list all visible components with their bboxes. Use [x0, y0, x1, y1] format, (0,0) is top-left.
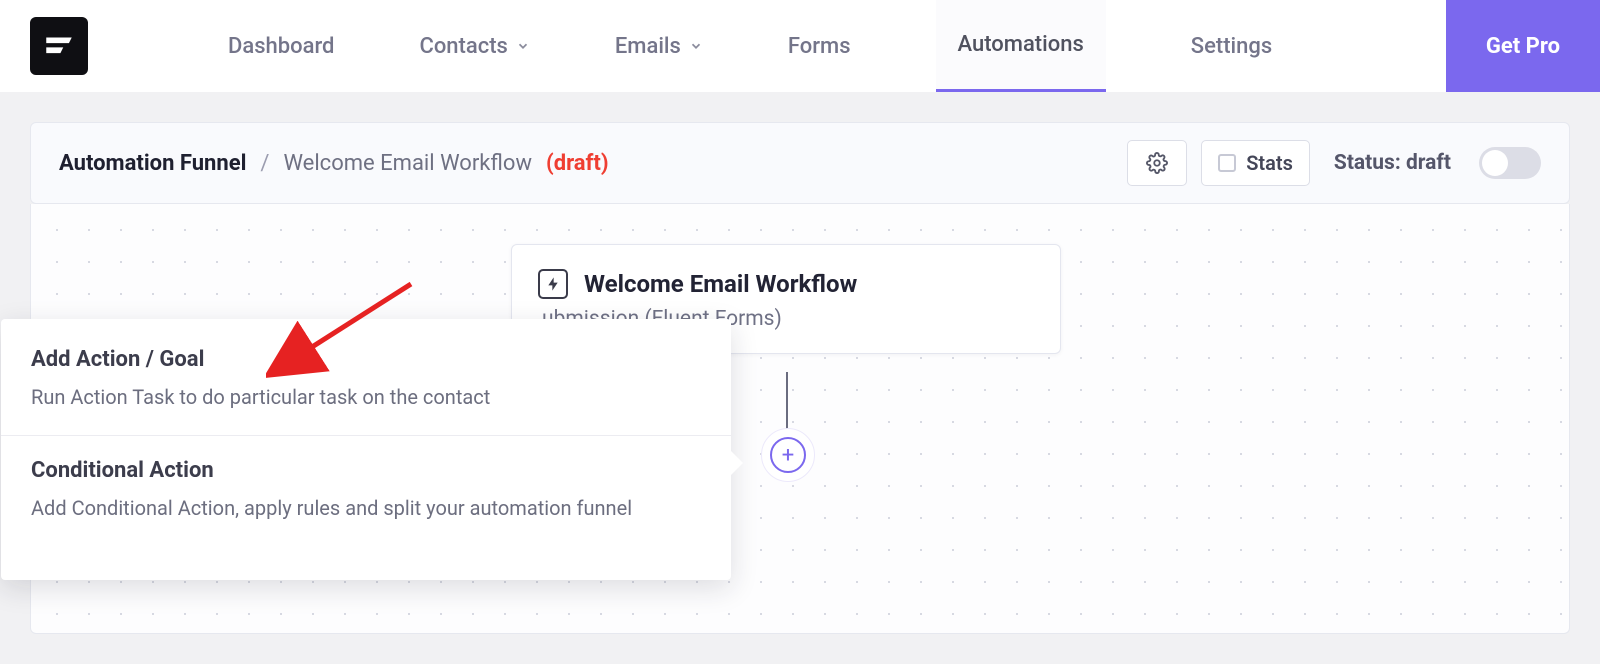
- app-logo[interactable]: [30, 17, 88, 75]
- popup-item-add-action[interactable]: Add Action / Goal Run Action Task to do …: [1, 347, 731, 435]
- stats-checkbox[interactable]: [1218, 154, 1236, 172]
- funnel-header: Automation Funnel / Welcome Email Workfl…: [30, 122, 1570, 204]
- get-pro-button[interactable]: Get Pro: [1446, 0, 1600, 92]
- nav-label: Dashboard: [228, 34, 334, 59]
- connector-line: [786, 372, 788, 430]
- popup-item-title: Add Action / Goal: [31, 347, 701, 372]
- nav-forms[interactable]: Forms: [788, 0, 851, 92]
- add-step-button[interactable]: +: [761, 428, 815, 482]
- bolt-icon: [538, 269, 568, 299]
- nav-label: Emails: [615, 34, 681, 59]
- toggle-knob: [1482, 150, 1508, 176]
- status-label: Status: draft: [1334, 151, 1451, 175]
- popup-item-title: Conditional Action: [31, 458, 701, 483]
- chevron-down-icon: [689, 34, 703, 59]
- nav-label: Automations: [958, 32, 1084, 57]
- nav-label: Contacts: [419, 34, 507, 59]
- popup-item-conditional[interactable]: Conditional Action Add Conditional Actio…: [1, 435, 731, 546]
- chevron-down-icon: [516, 34, 530, 59]
- stats-label: Stats: [1246, 151, 1293, 175]
- nav-emails[interactable]: Emails: [615, 0, 703, 92]
- logo-icon: [42, 29, 76, 63]
- stats-button[interactable]: Stats: [1201, 140, 1310, 186]
- nav-automations[interactable]: Automations: [936, 0, 1106, 92]
- get-pro-label: Get Pro: [1486, 34, 1560, 59]
- nav-contacts[interactable]: Contacts: [419, 0, 529, 92]
- top-nav: Dashboard Contacts Emails Forms Automati…: [228, 0, 1446, 92]
- gear-icon: [1146, 152, 1168, 174]
- popup-item-desc: Run Action Task to do particular task on…: [31, 382, 701, 413]
- breadcrumb-separator: /: [260, 151, 269, 176]
- automation-canvas[interactable]: Welcome Email Workflow ubmission (Fluent…: [30, 204, 1570, 634]
- add-step-popup: Add Action / Goal Run Action Task to do …: [1, 319, 731, 580]
- funnel-title: Automation Funnel: [59, 151, 246, 176]
- nav-label: Settings: [1191, 34, 1272, 59]
- popup-tail: [731, 451, 743, 475]
- settings-button[interactable]: [1127, 140, 1187, 186]
- status-toggle[interactable]: [1479, 147, 1541, 179]
- nav-label: Forms: [788, 34, 851, 59]
- node-title: Welcome Email Workflow: [584, 270, 857, 298]
- content-area: Automation Funnel / Welcome Email Workfl…: [0, 92, 1600, 664]
- workflow-name: Welcome Email Workflow: [283, 151, 532, 176]
- node-header: Welcome Email Workflow: [538, 269, 1034, 299]
- popup-item-desc: Add Conditional Action, apply rules and …: [31, 493, 701, 524]
- nav-settings[interactable]: Settings: [1191, 0, 1272, 92]
- topbar: Dashboard Contacts Emails Forms Automati…: [0, 0, 1600, 92]
- nav-dashboard[interactable]: Dashboard: [228, 0, 334, 92]
- plus-icon: +: [770, 437, 806, 473]
- draft-badge: (draft): [546, 151, 609, 176]
